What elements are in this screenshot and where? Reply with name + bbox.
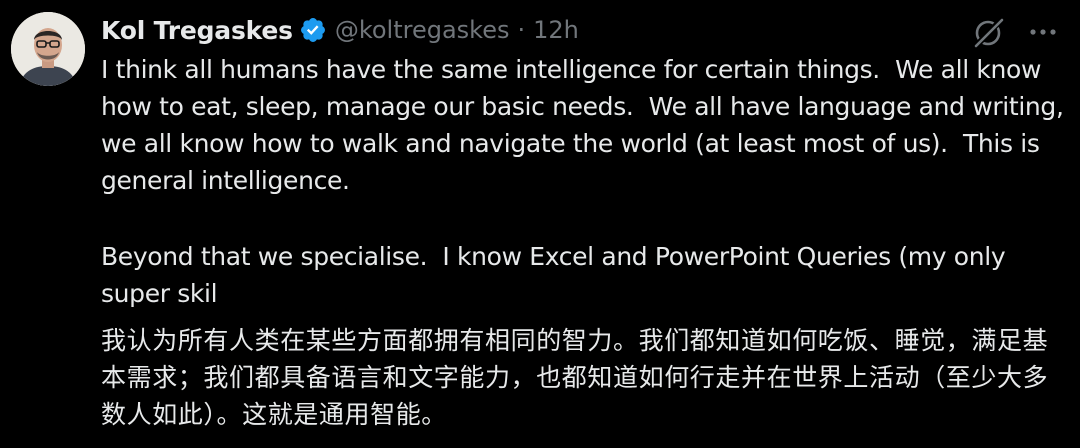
grok-icon[interactable] <box>971 14 1007 50</box>
author-display-name[interactable]: Kol Tregaskes <box>101 16 293 45</box>
more-options-icon[interactable] <box>1025 18 1061 46</box>
verified-badge-icon[interactable] <box>299 16 327 44</box>
avatar[interactable] <box>11 12 85 86</box>
meta-separator: · <box>517 16 526 44</box>
tweet[interactable]: Kol Tregaskes @koltregaskes · 12h I thin… <box>0 0 1080 448</box>
tweet-header: Kol Tregaskes @koltregaskes · 12h <box>101 10 579 50</box>
tweet-text-paragraph: Beyond that we specialise. I know Excel … <box>101 242 1013 308</box>
tweet-text-translation: 我认为所有人类在某些方面都拥有相同的智力。我们都知道如何吃饭、睡觉，满足基本需求… <box>101 326 1049 429</box>
author-handle[interactable]: @koltregaskes <box>335 16 510 44</box>
tweet-text-paragraph: I think all humans have the same intelli… <box>101 55 1072 195</box>
tweet-timestamp[interactable]: 12h <box>533 16 579 44</box>
